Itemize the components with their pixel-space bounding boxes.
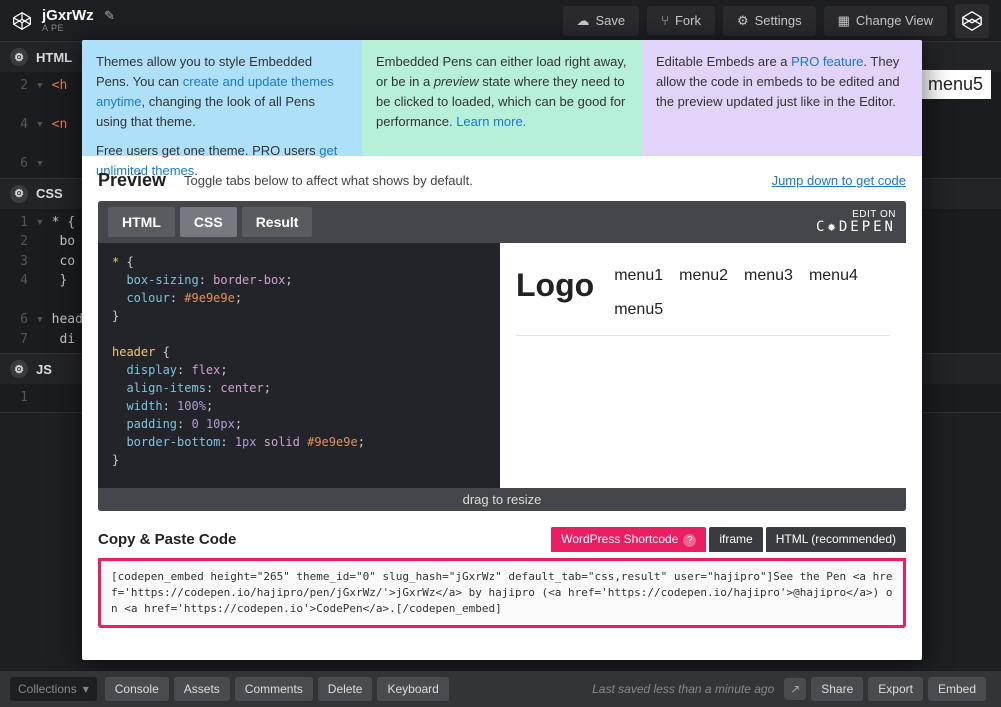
gear-icon[interactable]: ⚙ [10,185,28,203]
css-panel-label: CSS [36,186,63,201]
gear-icon[interactable]: ⚙ [10,360,28,378]
result-menu-item: menu1 [614,267,663,285]
toggle-caption: Toggle tabs below to affect what shows b… [184,173,473,188]
result-logo: Logo [516,267,594,304]
gear-icon: ⚙ [737,13,749,29]
save-status: Last saved less than a minute ago [592,682,774,696]
comments-button[interactable]: Comments [235,677,313,701]
share-button[interactable]: Share [811,677,863,701]
embed-code-textarea[interactable]: [codepen_embed height="265" theme_id="0"… [98,558,906,628]
result-menu-item: menu4 [809,267,858,285]
code-tab-wordpress[interactable]: WordPress Shortcode? [551,527,706,552]
pro-feature-link[interactable]: PRO feature [791,54,863,69]
profile-codepen-icon[interactable] [955,4,989,38]
keyboard-button[interactable]: Keyboard [377,677,448,701]
footer-bar: Collections▾ Console Assets Comments Del… [0,671,1001,707]
jump-to-code-link[interactable]: Jump down to get code [772,173,906,188]
embed-preview-box: HTML CSS Result EDIT ON C✹DEPEN * { box-… [98,201,906,511]
copy-paste-heading: Copy & Paste Code [98,531,236,548]
cloud-icon: ☁ [577,13,590,29]
assets-button[interactable]: Assets [174,677,230,701]
edit-on-codepen-link[interactable]: EDIT ON C✹DEPEN [816,209,896,235]
code-tab-iframe[interactable]: iframe [709,527,762,552]
pen-subtitle: A PE [42,24,115,34]
help-icon[interactable]: ? [683,534,696,547]
layout-icon: ▦ [838,13,850,29]
top-header: jGxrWz ✎ A PE ☁Save ⑂Fork ⚙Settings ▦Cha… [0,0,1001,42]
chevron-down-icon: ▾ [83,682,89,696]
embed-result-preview: Logo menu1 menu2 menu3 menu4 menu5 [500,243,906,488]
settings-button[interactable]: ⚙Settings [723,6,816,36]
change-view-button[interactable]: ▦Change View [824,6,947,36]
result-menu-item: menu2 [679,267,728,285]
save-button[interactable]: ☁Save [563,6,640,36]
code-tab-html[interactable]: HTML (recommended) [766,527,906,552]
console-button[interactable]: Console [105,677,169,701]
drag-resize-handle[interactable]: drag to resize [98,488,906,511]
learn-more-link[interactable]: Learn more. [456,114,526,129]
pen-title[interactable]: jGxrWz [42,7,94,24]
bg-preview-menu-item: menu5 [920,70,991,99]
codepen-logo-icon [12,11,32,31]
pen-title-block: jGxrWz ✎ A PE [42,7,115,34]
info-themes: Themes allow you to style Embedded Pens.… [82,40,362,156]
fork-icon: ⑂ [661,13,669,28]
external-link-icon[interactable]: ↗ [784,678,806,700]
embed-tab-css[interactable]: CSS [180,207,237,237]
info-preview: Embedded Pens can either load right away… [362,40,642,156]
embed-tab-result[interactable]: Result [242,207,313,237]
collections-dropdown[interactable]: Collections▾ [10,677,97,701]
export-button[interactable]: Export [868,677,923,701]
embed-button[interactable]: Embed [928,677,986,701]
embed-modal: Themes allow you to style Embedded Pens.… [82,40,922,660]
gear-icon[interactable]: ⚙ [10,48,28,66]
html-panel-label: HTML [36,50,72,65]
js-panel-label: JS [36,362,52,377]
result-menu-item: menu3 [744,267,793,285]
info-editable: Editable Embeds are a PRO feature. They … [642,40,922,156]
fork-button[interactable]: ⑂Fork [647,6,715,35]
edit-pencil-icon[interactable]: ✎ [104,8,115,23]
embed-tab-html[interactable]: HTML [108,207,175,237]
preview-heading: Preview [98,170,166,191]
embed-css-code[interactable]: * { box-sizing: border-box; colour: #9e9… [98,243,500,488]
result-menu-item: menu5 [614,301,663,319]
delete-button[interactable]: Delete [318,677,373,701]
